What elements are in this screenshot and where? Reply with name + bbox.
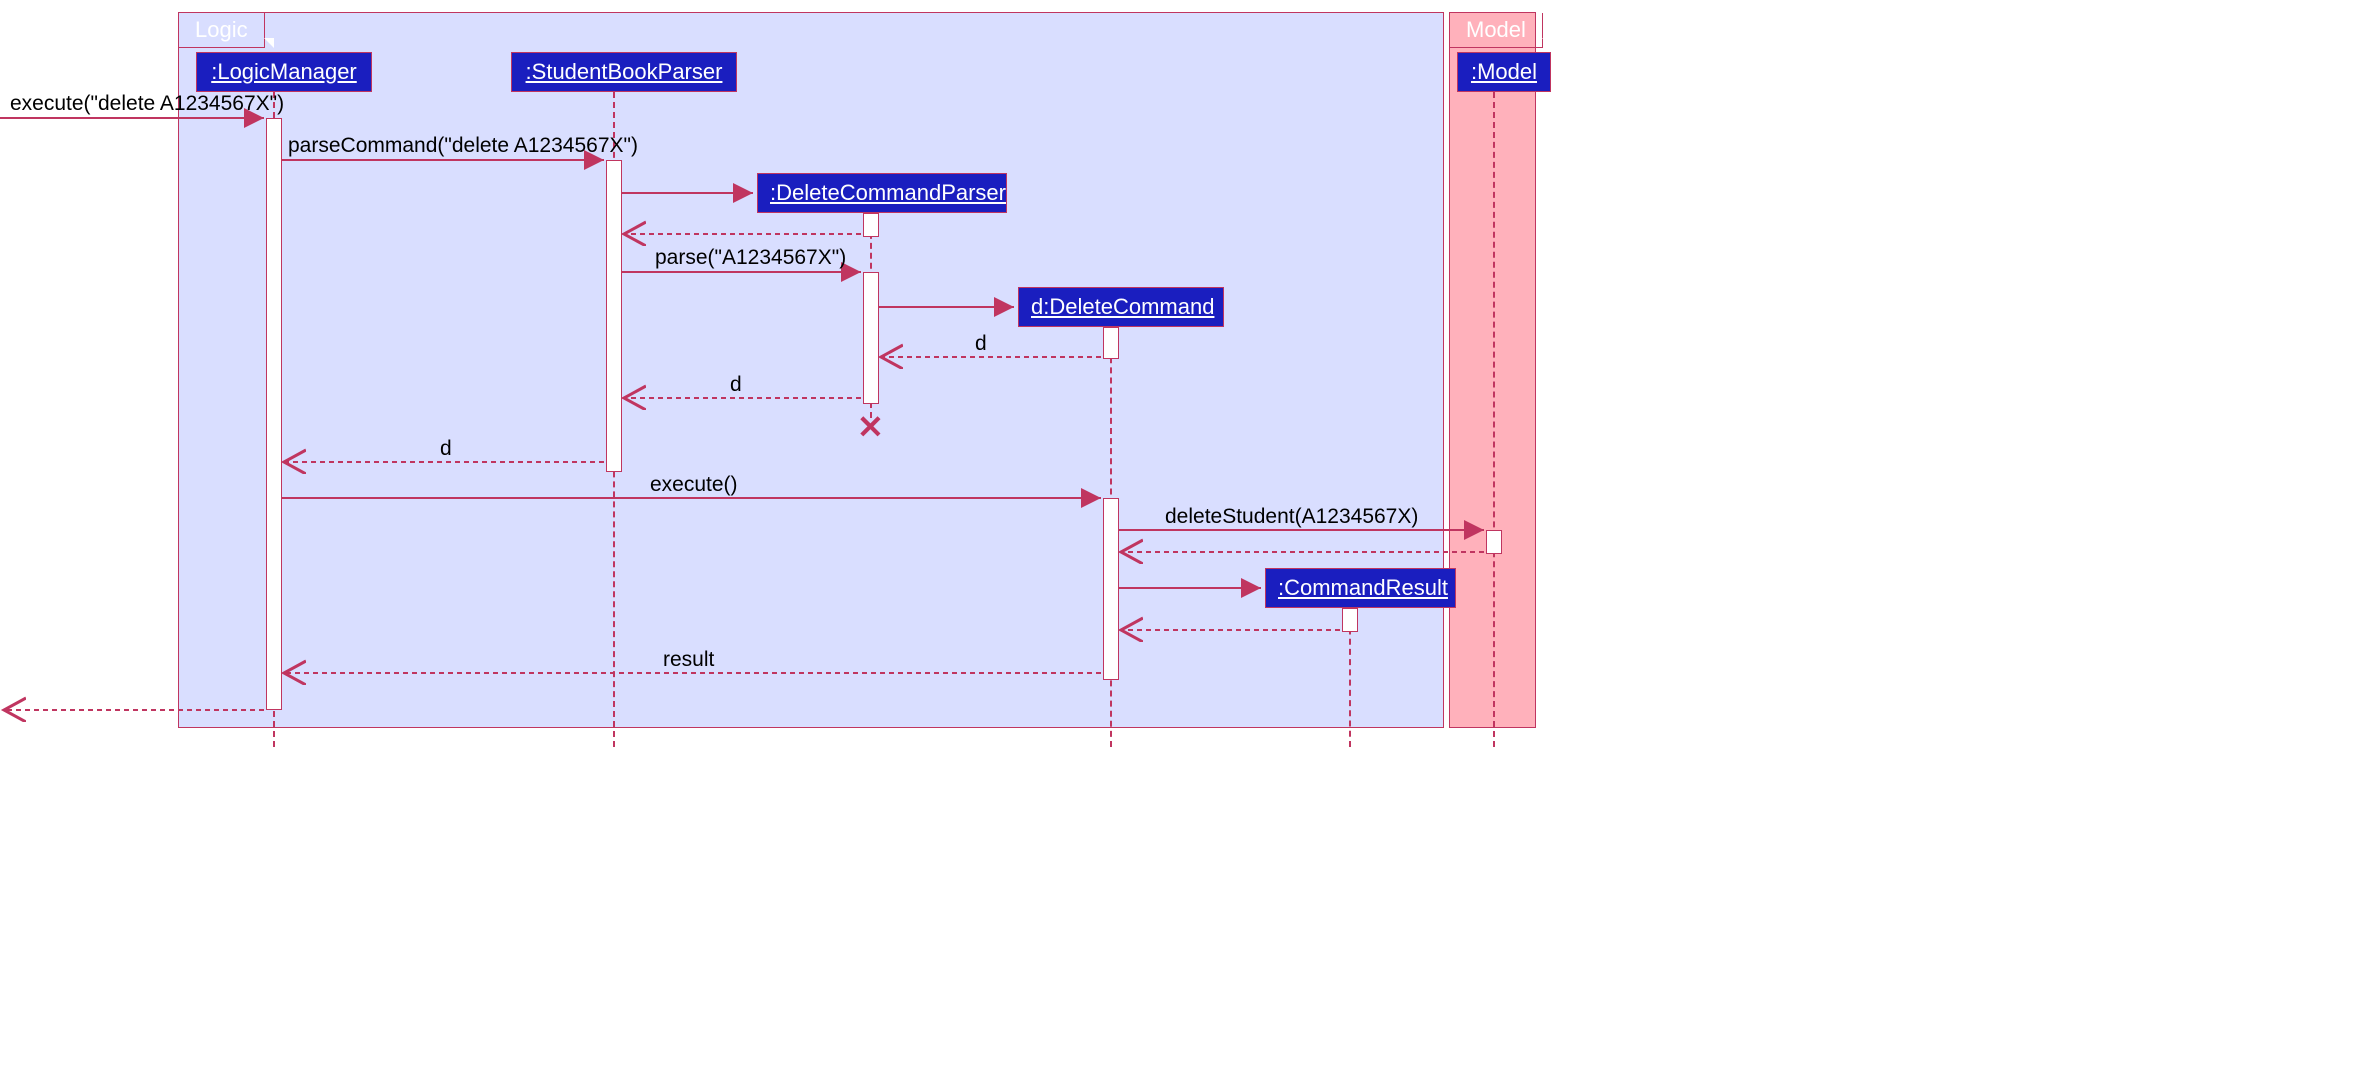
msg-d2: d xyxy=(730,373,742,397)
msg-d3: d xyxy=(440,437,452,461)
msg-result: result xyxy=(663,648,714,672)
msg-deletestudent: deleteStudent(A1234567X) xyxy=(1165,505,1418,529)
msg-parse: parse("A1234567X") xyxy=(655,246,846,270)
msg-execute1: execute("delete A1234567X") xyxy=(10,92,284,116)
msg-parsecommand: parseCommand("delete A1234567X") xyxy=(288,134,638,158)
arrows-layer xyxy=(0,0,2380,1086)
msg-execute2: execute() xyxy=(650,473,738,497)
msg-d1: d xyxy=(975,332,987,356)
